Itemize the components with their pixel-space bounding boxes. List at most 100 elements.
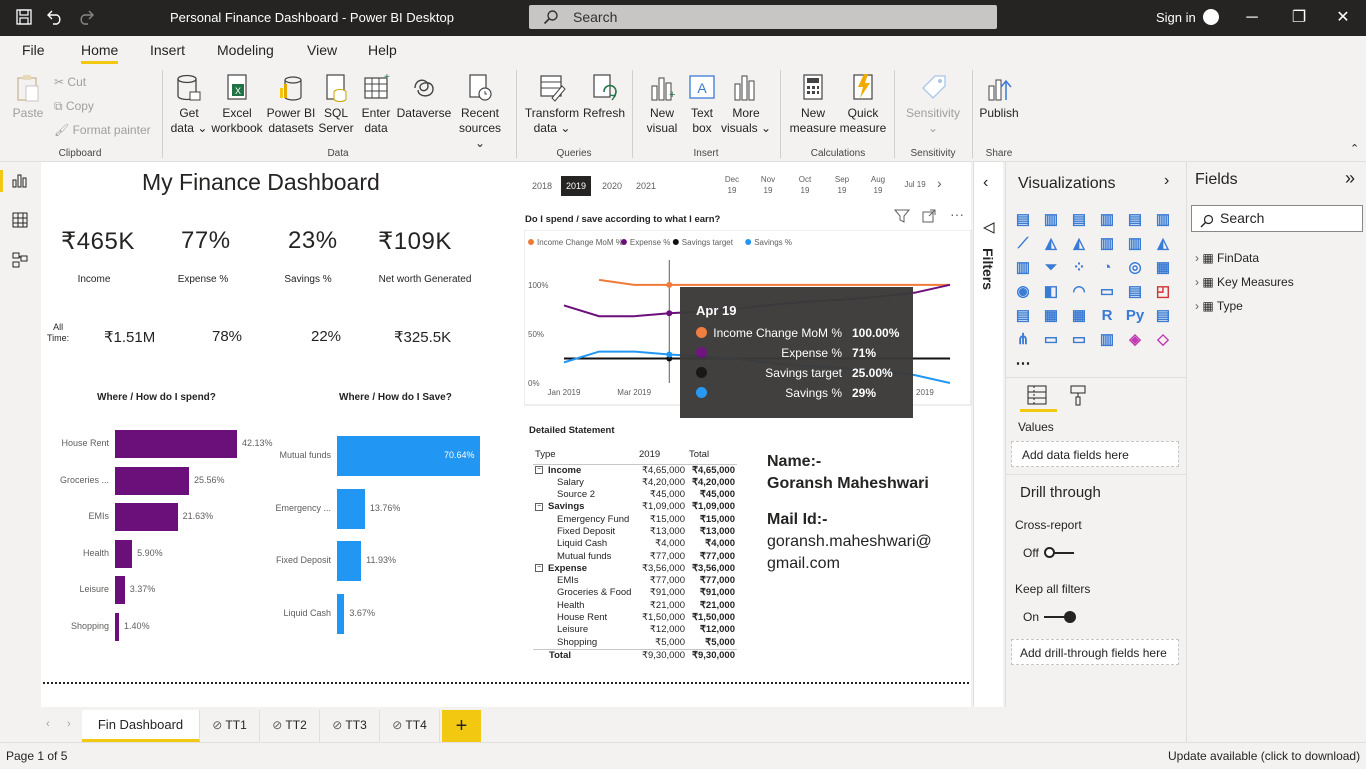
new-visual-button[interactable]: + New visual: [640, 72, 684, 136]
bar[interactable]: [115, 430, 237, 458]
update-available-link[interactable]: Update available (click to download): [1168, 743, 1360, 769]
table-visual-icon[interactable]: ▦: [1040, 306, 1062, 326]
bar[interactable]: [115, 503, 178, 531]
waterfall-icon[interactable]: ▥: [1012, 258, 1034, 278]
100-bar-icon[interactable]: ▤: [1124, 210, 1146, 230]
field-table-item[interactable]: › ▦ Key Measures: [1195, 270, 1294, 294]
menu-insert[interactable]: Insert: [150, 42, 185, 58]
table-row[interactable]: House Rent ₹1,50,000 ₹1,50,000: [533, 612, 737, 624]
fields-search-input[interactable]: Search: [1191, 205, 1363, 232]
collapse-icon[interactable]: −: [535, 465, 543, 474]
column-header[interactable]: 2019: [637, 446, 687, 464]
table-row[interactable]: Fixed Deposit ₹13,000 ₹13,000: [533, 526, 737, 538]
cut-button[interactable]: ✂ Cut: [54, 75, 86, 89]
field-table-item[interactable]: › ▦ Type: [1195, 294, 1294, 318]
legend-label[interactable]: Income Change MoM %: [537, 238, 623, 247]
menu-view[interactable]: View: [307, 42, 337, 58]
excel-workbook-button[interactable]: X Excel workbook: [210, 72, 264, 136]
ribbon-chart-icon[interactable]: ◭: [1152, 234, 1174, 254]
collapse-ribbon-icon[interactable]: ⌃: [1350, 142, 1359, 155]
collapse-pane-icon[interactable]: »: [1345, 168, 1355, 189]
line-chart-icon[interactable]: ⟋: [1012, 234, 1034, 254]
power-automate-icon[interactable]: ◇: [1152, 330, 1174, 350]
month-slicer-item[interactable]: Nov 19: [756, 174, 780, 196]
table-row[interactable]: EMIs ₹77,000 ₹77,000: [533, 575, 737, 587]
add-drill-through-well[interactable]: Add drill-through fields here: [1011, 639, 1179, 665]
chevron-right-icon[interactable]: ›: [1164, 172, 1169, 190]
clustered-bar-icon[interactable]: ▤: [1068, 210, 1090, 230]
legend-label[interactable]: Expense %: [630, 238, 670, 247]
close-icon[interactable]: ✕: [1320, 0, 1366, 36]
recent-sources-button[interactable]: Recent sources ⌄: [454, 72, 506, 151]
table-row[interactable]: Source 2 ₹45,000 ₹45,000: [533, 489, 737, 501]
bar[interactable]: [115, 539, 133, 568]
tab-tt3[interactable]: ⊘ TT3: [320, 710, 380, 742]
series-line[interactable]: [598, 278, 950, 286]
column-header[interactable]: Total: [687, 446, 737, 464]
fields-well-icon[interactable]: [1026, 384, 1048, 409]
data-point[interactable]: [666, 310, 673, 317]
undo-icon[interactable]: [46, 8, 64, 29]
bar[interactable]: [115, 576, 125, 604]
add-page-button[interactable]: +: [442, 710, 481, 742]
filters-pane[interactable]: ‹ Filters: [973, 162, 1003, 707]
tab-scroll-right-icon[interactable]: ›: [67, 718, 71, 730]
matrix-icon[interactable]: ▦: [1068, 306, 1090, 326]
map-icon[interactable]: ◉: [1012, 282, 1034, 302]
table-row[interactable]: Liquid Cash ₹4,000 ₹4,000: [533, 538, 737, 550]
copy-button[interactable]: ⧉ Copy: [54, 99, 94, 114]
year-slicer-2018[interactable]: 2018: [527, 176, 557, 196]
bar[interactable]: [115, 612, 120, 641]
more-icon[interactable]: ⋯: [1012, 354, 1034, 374]
more-visuals-button[interactable]: More visuals ⌄: [720, 72, 772, 136]
data-point[interactable]: [666, 281, 673, 288]
power-bi-datasets-button[interactable]: Power BI datasets: [266, 72, 316, 136]
month-slicer-item[interactable]: Dec 19: [720, 174, 744, 196]
table-row[interactable]: Salary ₹4,20,000 ₹4,20,000: [533, 477, 737, 489]
table-row[interactable]: Shopping ₹5,000 ₹5,000: [533, 637, 737, 650]
kpi-icon[interactable]: ◰: [1152, 282, 1174, 302]
gauge-icon[interactable]: ◠: [1068, 282, 1090, 302]
filters-pane-label[interactable]: Filters: [980, 248, 996, 290]
year-slicer-2019[interactable]: 2019: [561, 176, 591, 196]
bar[interactable]: [337, 541, 362, 581]
menu-home[interactable]: Home: [81, 42, 119, 64]
get-data-button[interactable]: Get data ⌄: [169, 72, 209, 136]
menu-file[interactable]: File: [22, 42, 45, 58]
tab-scroll-left-icon[interactable]: ‹: [46, 718, 50, 730]
pie-icon[interactable]: ◔: [1096, 258, 1118, 278]
year-slicer-2020[interactable]: 2020: [597, 176, 627, 196]
table-row[interactable]: Health ₹21,000 ₹21,000: [533, 600, 737, 612]
table-row[interactable]: Total ₹9,30,000 ₹9,30,000: [533, 649, 737, 662]
quick-measure-button[interactable]: Quick measure: [838, 72, 888, 136]
minimize-icon[interactable]: ─: [1229, 0, 1275, 36]
format-painter-button[interactable]: 🖌 Format painter: [54, 123, 151, 137]
tab-tt4[interactable]: ⊘ TT4: [380, 710, 440, 742]
tab-tt1[interactable]: ⊘ TT1: [200, 710, 260, 742]
table-row[interactable]: Groceries & Food ₹91,000 ₹91,000: [533, 587, 737, 599]
r-visual-icon[interactable]: R: [1096, 306, 1118, 326]
smart-narrative-icon[interactable]: ▭: [1068, 330, 1090, 350]
stacked-area-icon[interactable]: ◭: [1068, 234, 1090, 254]
table-row[interactable]: − Income ₹4,65,000 ₹4,65,000: [533, 464, 737, 477]
treemap-icon[interactable]: ▦: [1152, 258, 1174, 278]
column-header[interactable]: Type: [533, 446, 637, 464]
clustered-column-icon[interactable]: ▥: [1096, 210, 1118, 230]
donut-icon[interactable]: ◎: [1124, 258, 1146, 278]
filter-icon[interactable]: [893, 209, 911, 226]
filled-map-icon[interactable]: ◧: [1040, 282, 1062, 302]
model-view-icon[interactable]: [12, 252, 28, 271]
data-view-icon[interactable]: [12, 212, 28, 231]
stacked-bar-icon[interactable]: ▤: [1012, 210, 1034, 230]
collapse-icon[interactable]: −: [535, 502, 543, 511]
funnel-icon[interactable]: ⏷: [1040, 258, 1062, 278]
chevron-left-icon[interactable]: ‹: [983, 174, 988, 192]
dataverse-button[interactable]: Dataverse: [396, 72, 452, 121]
sql-server-button[interactable]: SQL Server: [318, 72, 354, 136]
bar[interactable]: [115, 466, 190, 495]
paginated-report-icon[interactable]: ▥: [1096, 330, 1118, 350]
100-column-icon[interactable]: ▥: [1152, 210, 1174, 230]
year-slicer-2021[interactable]: 2021: [631, 176, 661, 196]
stacked-column-icon[interactable]: ▥: [1040, 210, 1062, 230]
sign-in-link[interactable]: Sign in: [1156, 10, 1196, 25]
